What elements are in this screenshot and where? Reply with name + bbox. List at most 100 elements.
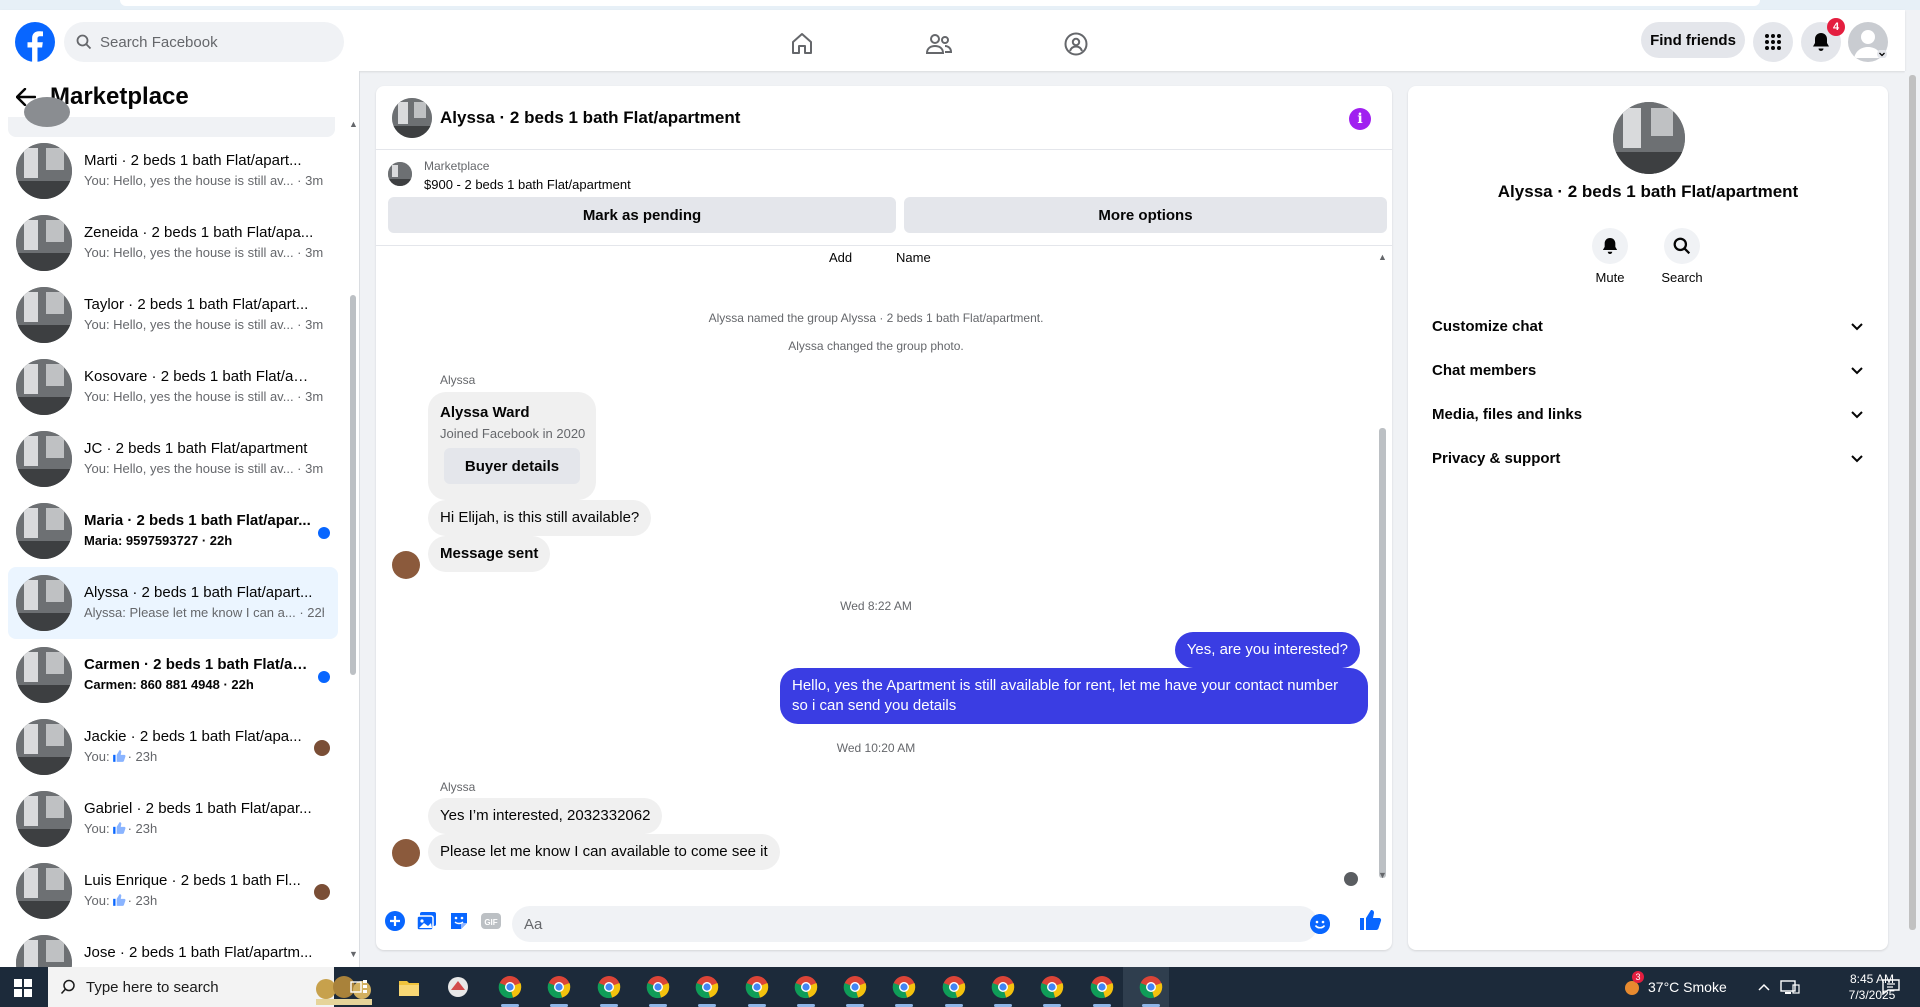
photo-icon[interactable] xyxy=(416,910,438,932)
thumbs-up-icon[interactable] xyxy=(1358,908,1382,932)
conversation-item[interactable]: Taylor · 2 beds 1 bath Flat/apart... You:… xyxy=(8,279,338,351)
section-chat-members[interactable]: Chat members xyxy=(1424,348,1872,392)
info-icon[interactable]: i xyxy=(1349,108,1371,130)
seen-avatar xyxy=(314,884,330,900)
sticker-icon[interactable] xyxy=(448,910,470,932)
notification-center-icon[interactable] xyxy=(1882,979,1900,995)
conversation-item[interactable]: Jackie · 2 beds 1 bath Flat/apa... You: · … xyxy=(8,711,338,783)
received-message[interactable]: Yes I’m interested, 2032332062 xyxy=(428,798,663,834)
gif-icon[interactable]: GIF xyxy=(480,910,502,932)
taskbar-search-input[interactable]: Type here to search xyxy=(48,967,372,1007)
chrome-icon[interactable] xyxy=(991,975,1015,999)
received-message[interactable]: Message sent xyxy=(428,536,551,572)
bell-icon xyxy=(1813,33,1829,51)
received-message[interactable]: Please let me know I can available to co… xyxy=(428,834,780,870)
chrome-icon[interactable] xyxy=(547,975,571,999)
listing-price-title[interactable]: $900 - 2 beds 1 bath Flat/apartment xyxy=(424,177,631,192)
apartment-photo-icon xyxy=(16,719,72,775)
message-input[interactable]: Aa xyxy=(512,906,1330,942)
add-label[interactable]: Add xyxy=(829,250,852,265)
chevron-down-icon[interactable] xyxy=(1877,50,1887,58)
chrome-icon[interactable] xyxy=(695,975,719,999)
sender-avatar[interactable] xyxy=(392,551,420,579)
chrome-icon[interactable] xyxy=(942,975,966,999)
conversation-avatar xyxy=(16,359,72,415)
facebook-logo-icon[interactable] xyxy=(15,22,55,62)
search-input[interactable]: Search Facebook xyxy=(64,22,344,62)
app-shortcut-icon[interactable] xyxy=(447,976,469,998)
conversation-item[interactable]: Zeneida · 2 beds 1 bath Flat/apa... You: … xyxy=(8,207,338,279)
scroll-up-arrow-icon[interactable]: ▲ xyxy=(349,119,358,129)
chrome-icon[interactable] xyxy=(597,975,621,999)
listing-thumbnail[interactable] xyxy=(388,162,412,186)
mark-pending-button[interactable]: Mark as pending xyxy=(388,197,896,233)
sent-message[interactable]: Yes, are you interested? xyxy=(1174,632,1360,668)
name-label[interactable]: Name xyxy=(896,250,931,265)
home-icon[interactable] xyxy=(782,24,822,64)
message-composer: GIF Aa xyxy=(376,894,1392,950)
conversation-item[interactable]: Gabriel · 2 beds 1 bath Flat/apar... You:… xyxy=(8,783,338,855)
buyer-details-button[interactable]: Buyer details xyxy=(444,448,580,484)
conversation-item[interactable]: Alyssa · 2 beds 1 bath Flat/apart... Alys… xyxy=(8,567,338,639)
conversation-avatar xyxy=(16,215,72,271)
page-scrollbar[interactable] xyxy=(1905,71,1920,967)
section-privacy-support[interactable]: Privacy & support xyxy=(1424,436,1872,480)
file-explorer-icon[interactable] xyxy=(398,977,420,997)
conversation-item[interactable]: Kosovare · 2 beds 1 bath Flat/ap... You: … xyxy=(8,351,338,423)
groups-icon[interactable] xyxy=(1056,24,1096,64)
chrome-icon[interactable] xyxy=(843,975,867,999)
sent-message[interactable]: Hello, yes the Apartment is still availa… xyxy=(780,668,1368,724)
conversation-item[interactable]: Maria · 2 beds 1 bath Flat/apar... Maria:… xyxy=(8,495,338,567)
section-customize-chat[interactable]: Customize chat xyxy=(1424,304,1872,348)
chrome-icon[interactable] xyxy=(892,975,916,999)
plus-circle-icon[interactable] xyxy=(384,910,406,932)
scroll-thumb[interactable] xyxy=(350,295,356,675)
chrome-icon[interactable] xyxy=(745,975,769,999)
conversation-item[interactable]: Jose · 2 beds 1 bath Flat/apartm... xyxy=(8,927,338,967)
more-options-button[interactable]: More options xyxy=(904,197,1387,233)
chat-scrollbar[interactable]: ▲ ▼ xyxy=(1377,252,1387,880)
conversation-item[interactable]: Carmen · 2 beds 1 bath Flat/ap... Carmen:… xyxy=(8,639,338,711)
windows-start-icon[interactable] xyxy=(14,979,32,997)
scroll-thumb[interactable] xyxy=(1379,428,1386,878)
emoji-icon[interactable] xyxy=(1310,914,1330,934)
list-item-partial[interactable] xyxy=(8,97,335,137)
chevron-up-icon[interactable] xyxy=(1758,983,1770,991)
buyer-joined: Joined Facebook in 2020 xyxy=(440,426,586,441)
search-conversation-button[interactable]: Search xyxy=(1652,228,1712,285)
scroll-down-arrow-icon[interactable]: ▼ xyxy=(1378,870,1387,880)
find-friends-button[interactable]: Find friends xyxy=(1641,22,1745,58)
scroll-thumb[interactable] xyxy=(1909,75,1916,930)
chat-title[interactable]: Alyssa · 2 beds 1 bath Flat/apartment xyxy=(440,108,740,128)
conversation-item[interactable]: Luis Enrique · 2 beds 1 bath Fl... You: · … xyxy=(8,855,338,927)
menu-button[interactable] xyxy=(1753,22,1793,62)
network-icon[interactable] xyxy=(1780,979,1800,995)
section-media-files-links[interactable]: Media, files and links xyxy=(1424,392,1872,436)
chevron-down-icon xyxy=(1851,410,1863,418)
sidebar-scrollbar[interactable]: ▲ ▼ xyxy=(348,119,358,959)
conversation-avatar[interactable] xyxy=(1613,102,1685,174)
scroll-down-arrow-icon[interactable]: ▼ xyxy=(349,949,358,959)
scroll-up-arrow-icon[interactable]: ▲ xyxy=(1378,252,1387,262)
weather-widget[interactable]: 3 37°C Smoke xyxy=(1622,971,1727,997)
chrome-icon[interactable] xyxy=(1090,975,1114,999)
sender-avatar[interactable] xyxy=(392,839,420,867)
chrome-icon[interactable] xyxy=(1139,975,1163,999)
chrome-icon[interactable] xyxy=(794,975,818,999)
friends-icon[interactable] xyxy=(919,24,959,64)
avatar xyxy=(24,97,70,127)
chrome-icon[interactable] xyxy=(1040,975,1064,999)
received-message[interactable]: Hi Elijah, is this still available? xyxy=(428,500,652,536)
mute-button[interactable]: Mute xyxy=(1580,228,1640,285)
chrome-icon[interactable] xyxy=(646,975,670,999)
chrome-icon[interactable] xyxy=(498,975,522,999)
composer-placeholder: Aa xyxy=(524,915,543,933)
section-label: Customize chat xyxy=(1432,317,1543,335)
apartment-photo-icon xyxy=(16,215,72,271)
chevron-down-icon xyxy=(1851,322,1863,330)
conversation-item[interactable]: JC · 2 beds 1 bath Flat/apartment You: He… xyxy=(8,423,338,495)
task-view-icon[interactable] xyxy=(350,979,368,995)
chat-avatar[interactable] xyxy=(392,98,432,138)
apartment-photo-icon xyxy=(1613,102,1685,174)
conversation-item[interactable]: Marti · 2 beds 1 bath Flat/apart... You: … xyxy=(8,135,338,207)
